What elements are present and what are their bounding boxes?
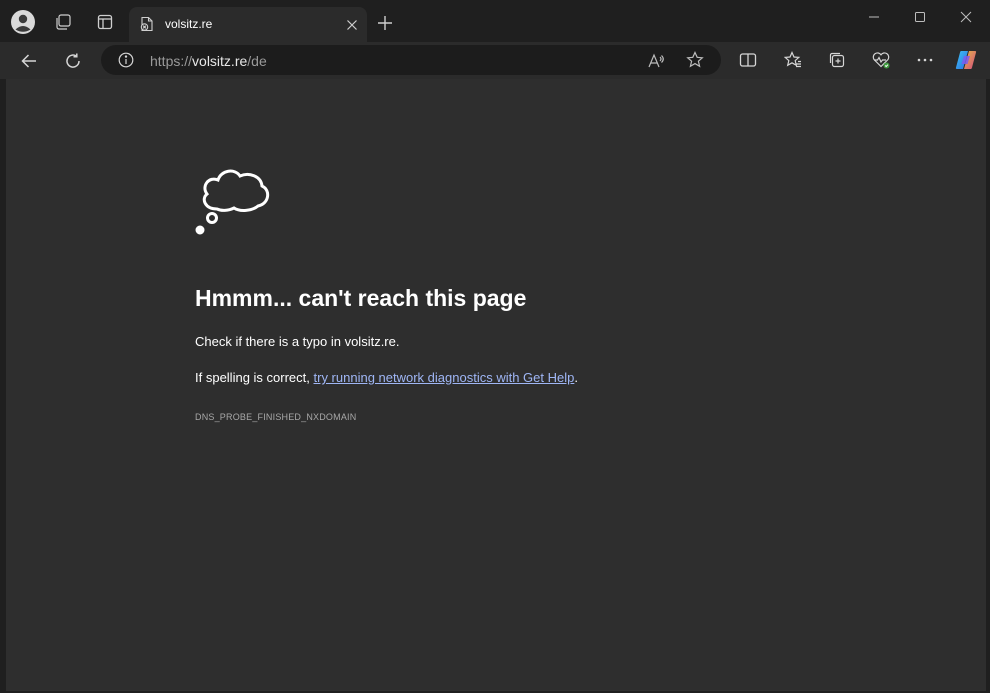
info-icon[interactable] — [118, 52, 134, 68]
star-icon[interactable] — [686, 51, 704, 69]
heart-pulse-icon — [872, 52, 890, 69]
error-help-prefix: If spelling is correct, — [195, 370, 314, 385]
read-aloud-icon[interactable] — [647, 52, 665, 70]
error-code: DNS_PROBE_FINISHED_NXDOMAIN — [195, 412, 357, 422]
minimize-button[interactable] — [851, 4, 897, 30]
url-host: volsitz.re — [192, 53, 248, 69]
url-text[interactable]: https://volsitz.re/de — [150, 53, 267, 69]
split-screen-button[interactable] — [736, 48, 760, 72]
url-path: /de — [247, 53, 267, 69]
maximize-button[interactable] — [897, 4, 943, 30]
more-button[interactable] — [913, 48, 937, 72]
plus-icon — [378, 16, 392, 30]
tab-actions-button[interactable] — [90, 7, 120, 37]
workspaces-button[interactable] — [48, 7, 78, 37]
collections-button[interactable] — [825, 48, 849, 72]
refresh-button[interactable] — [57, 45, 89, 77]
minimize-icon — [869, 16, 879, 18]
page-error-icon — [140, 16, 153, 32]
tab-active[interactable]: volsitz.re — [129, 7, 367, 42]
workspaces-icon — [56, 14, 71, 30]
back-button[interactable] — [13, 45, 45, 77]
close-window-button[interactable] — [943, 4, 989, 30]
profile-button[interactable] — [8, 7, 38, 37]
error-help-line: If spelling is correct, try running netw… — [195, 370, 578, 385]
more-dots-icon — [917, 58, 933, 62]
address-bar[interactable]: https://volsitz.re/de — [101, 45, 721, 75]
error-page: Hmmm... can't reach this page Check if t… — [6, 79, 986, 691]
error-help-suffix: . — [574, 370, 578, 385]
title-bar: volsitz.re — [0, 0, 990, 42]
back-arrow-icon — [21, 54, 36, 68]
refresh-icon — [66, 53, 80, 68]
copilot-icon — [955, 51, 977, 69]
vertical-tabs-icon — [97, 14, 113, 30]
new-tab-button[interactable] — [372, 10, 398, 36]
browser-essentials-button[interactable] — [869, 48, 893, 72]
tab-title: volsitz.re — [165, 17, 213, 31]
close-icon[interactable] — [344, 17, 360, 33]
profile-avatar-icon — [11, 10, 35, 34]
close-icon — [960, 11, 972, 23]
url-scheme: https:// — [150, 53, 193, 69]
favorites-button[interactable] — [781, 48, 805, 72]
split-screen-icon — [739, 53, 757, 67]
error-title: Hmmm... can't reach this page — [195, 285, 527, 311]
network-diagnostics-link[interactable]: try running network diagnostics with Get… — [314, 370, 575, 385]
error-typo-hint: Check if there is a typo in volsitz.re. — [195, 334, 400, 349]
collections-icon — [829, 52, 845, 68]
favorites-icon — [784, 51, 801, 68]
thought-cloud-icon — [195, 169, 270, 235]
maximize-icon — [915, 12, 925, 22]
copilot-button[interactable] — [954, 48, 978, 72]
toolbar: https://volsitz.re/de — [0, 42, 990, 79]
